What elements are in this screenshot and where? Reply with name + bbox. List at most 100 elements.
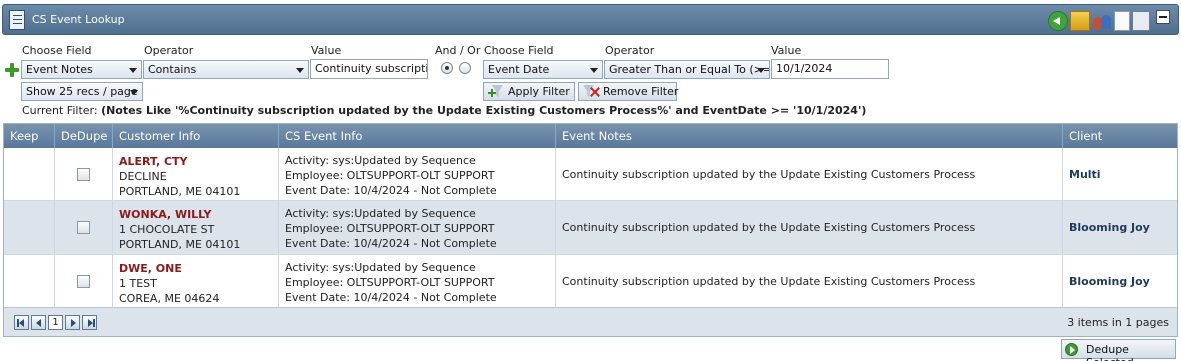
page-size-value: Show 25 recs / page bbox=[26, 85, 138, 98]
field-select-value: Event Notes bbox=[26, 63, 93, 76]
column-header-keep[interactable]: Keep bbox=[4, 124, 55, 148]
dedupe-selected-button[interactable]: Dedupe Selected bbox=[1061, 339, 1176, 361]
field-select[interactable]: Event Notes bbox=[21, 60, 142, 79]
minimize-icon[interactable] bbox=[1156, 10, 1170, 24]
and-radio[interactable] bbox=[441, 62, 453, 74]
customer-address-line2: PORTLAND, ME 04101 bbox=[119, 185, 241, 198]
client-cell: Multi bbox=[1063, 148, 1177, 200]
event-date: Event Date: 10/4/2024 - Not Complete bbox=[285, 184, 497, 197]
apply-filter-button[interactable]: Apply Filter bbox=[483, 82, 575, 101]
customer-info-cell: DWE, ONE 1 TEST COREA, ME 04624 bbox=[113, 255, 279, 307]
items-text: items in bbox=[1074, 316, 1126, 329]
column-header-cs-event-info[interactable]: CS Event Info bbox=[279, 124, 556, 148]
window-title: CS Event Lookup bbox=[32, 13, 125, 26]
last-page-icon[interactable] bbox=[82, 315, 97, 330]
document-list-icon bbox=[9, 10, 25, 30]
customer-address-line1: 1 TEST bbox=[119, 277, 157, 290]
operator-label: Operator bbox=[144, 44, 194, 57]
event-notes-text: Continuity subscription updated by the U… bbox=[562, 168, 976, 181]
event-date: Event Date: 10/4/2024 - Not Complete bbox=[285, 237, 497, 250]
client-name: Blooming Joy bbox=[1069, 221, 1150, 234]
column-header-client[interactable]: Client bbox=[1063, 124, 1177, 148]
remove-filter-icon bbox=[583, 85, 597, 98]
event-date: Event Date: 10/4/2024 - Not Complete bbox=[285, 291, 497, 304]
current-filter-value: (Notes Like '%Continuity subscription up… bbox=[101, 104, 867, 117]
cs-event-info-cell: Activity: sys:Updated by Sequence Employ… bbox=[279, 255, 556, 307]
dedupe-checkbox[interactable] bbox=[77, 168, 90, 181]
dedupe-cell bbox=[55, 148, 113, 200]
keep-cell bbox=[4, 148, 55, 200]
column-header-dedupe[interactable]: DeDupe bbox=[55, 124, 113, 148]
current-page-number[interactable]: 1 bbox=[48, 315, 63, 330]
previous-page-icon[interactable] bbox=[31, 315, 46, 330]
event-notes-text: Continuity subscription updated by the U… bbox=[562, 221, 976, 234]
grid-header: Keep DeDupe Customer Info CS Event Info … bbox=[4, 124, 1177, 148]
pages-text: pages bbox=[1132, 316, 1169, 329]
client-name: Blooming Joy bbox=[1069, 275, 1150, 288]
grid-pager: 1 3 items in 1 pages bbox=[4, 307, 1177, 336]
table-row: ALERT, CTY DECLINE PORTLAND, ME 04101 Ac… bbox=[4, 148, 1177, 201]
cs-event-info-cell: Activity: sys:Updated by Sequence Employ… bbox=[279, 148, 556, 200]
event-activity: Activity: sys:Updated by Sequence bbox=[285, 207, 476, 220]
customer-address-line2: PORTLAND, ME 04101 bbox=[119, 238, 241, 251]
users-icon[interactable] bbox=[1092, 11, 1112, 31]
dedupe-checkbox[interactable] bbox=[77, 275, 90, 288]
chevron-down-icon bbox=[129, 68, 137, 73]
value-input[interactable]: Continuity subscription bbox=[310, 59, 428, 79]
apply-filter-icon bbox=[488, 85, 503, 98]
next-page-icon[interactable] bbox=[65, 315, 80, 330]
customer-name-link[interactable]: ALERT, CTY bbox=[119, 154, 278, 169]
dedupe-cell bbox=[55, 255, 113, 307]
back-icon[interactable] bbox=[1048, 11, 1068, 31]
pager-info: 3 items in 1 pages bbox=[1067, 316, 1169, 329]
go-icon bbox=[1065, 343, 1078, 356]
document-icon[interactable] bbox=[1114, 11, 1130, 31]
operator-select-2-value: Greater Than or Equal To (>=) bbox=[609, 63, 770, 76]
column-header-customer-info[interactable]: Customer Info bbox=[113, 124, 279, 148]
first-page-icon[interactable] bbox=[14, 315, 29, 330]
event-employee: Employee: OLTSUPPORT-OLT SUPPORT bbox=[285, 276, 495, 289]
page-size-select[interactable]: Show 25 recs / page bbox=[21, 82, 143, 101]
keep-cell bbox=[4, 255, 55, 307]
operator-select-value: Contains bbox=[148, 63, 197, 76]
remove-filter-button[interactable]: Remove Filter bbox=[578, 82, 679, 101]
event-notes-cell: Continuity subscription updated by the U… bbox=[556, 201, 1063, 254]
chevron-down-icon bbox=[757, 68, 765, 73]
customer-info-cell: WONKA, WILLY 1 CHOCOLATE ST PORTLAND, ME… bbox=[113, 201, 279, 254]
remove-filter-label: Remove Filter bbox=[603, 85, 679, 98]
add-filter-icon[interactable] bbox=[5, 63, 19, 77]
window-titlebar: CS Event Lookup bbox=[2, 4, 1179, 35]
dedupe-checkbox[interactable] bbox=[77, 221, 90, 234]
value-label-2: Value bbox=[771, 44, 802, 57]
event-employee: Employee: OLTSUPPORT-OLT SUPPORT bbox=[285, 169, 495, 182]
event-notes-cell: Continuity subscription updated by the U… bbox=[556, 148, 1063, 200]
and-or-label: And / Or bbox=[435, 44, 481, 57]
box-icon[interactable] bbox=[1070, 11, 1090, 31]
operator-label-2: Operator bbox=[605, 44, 655, 57]
keep-cell bbox=[4, 201, 55, 254]
event-notes-cell: Continuity subscription updated by the U… bbox=[556, 255, 1063, 307]
dedupe-cell bbox=[55, 201, 113, 254]
value-label: Value bbox=[311, 44, 342, 57]
operator-select[interactable]: Contains bbox=[143, 60, 309, 79]
column-header-event-notes[interactable]: Event Notes bbox=[556, 124, 1063, 148]
chevron-down-icon bbox=[130, 90, 138, 95]
client-cell: Blooming Joy bbox=[1063, 201, 1177, 254]
field-select-2[interactable]: Event Date bbox=[483, 60, 603, 79]
or-radio[interactable] bbox=[459, 62, 471, 74]
event-notes-text: Continuity subscription updated by the U… bbox=[562, 275, 976, 288]
client-name: Multi bbox=[1069, 168, 1101, 181]
choose-field-label-2: Choose Field bbox=[484, 44, 554, 57]
customer-name-link[interactable]: WONKA, WILLY bbox=[119, 207, 278, 222]
files-icon[interactable] bbox=[1132, 11, 1150, 31]
event-employee: Employee: OLTSUPPORT-OLT SUPPORT bbox=[285, 222, 495, 235]
apply-filter-label: Apply Filter bbox=[508, 85, 570, 98]
event-activity: Activity: sys:Updated by Sequence bbox=[285, 154, 476, 167]
field-select-2-value: Event Date bbox=[488, 63, 550, 76]
value-input-2[interactable]: 10/1/2024 bbox=[771, 59, 889, 79]
choose-field-label: Choose Field bbox=[22, 44, 92, 57]
operator-select-2[interactable]: Greater Than or Equal To (>=) bbox=[604, 60, 770, 79]
table-row: DWE, ONE 1 TEST COREA, ME 04624 Activity… bbox=[4, 255, 1177, 308]
customer-name-link[interactable]: DWE, ONE bbox=[119, 261, 278, 276]
customer-address-line1: 1 CHOCOLATE ST bbox=[119, 223, 215, 236]
